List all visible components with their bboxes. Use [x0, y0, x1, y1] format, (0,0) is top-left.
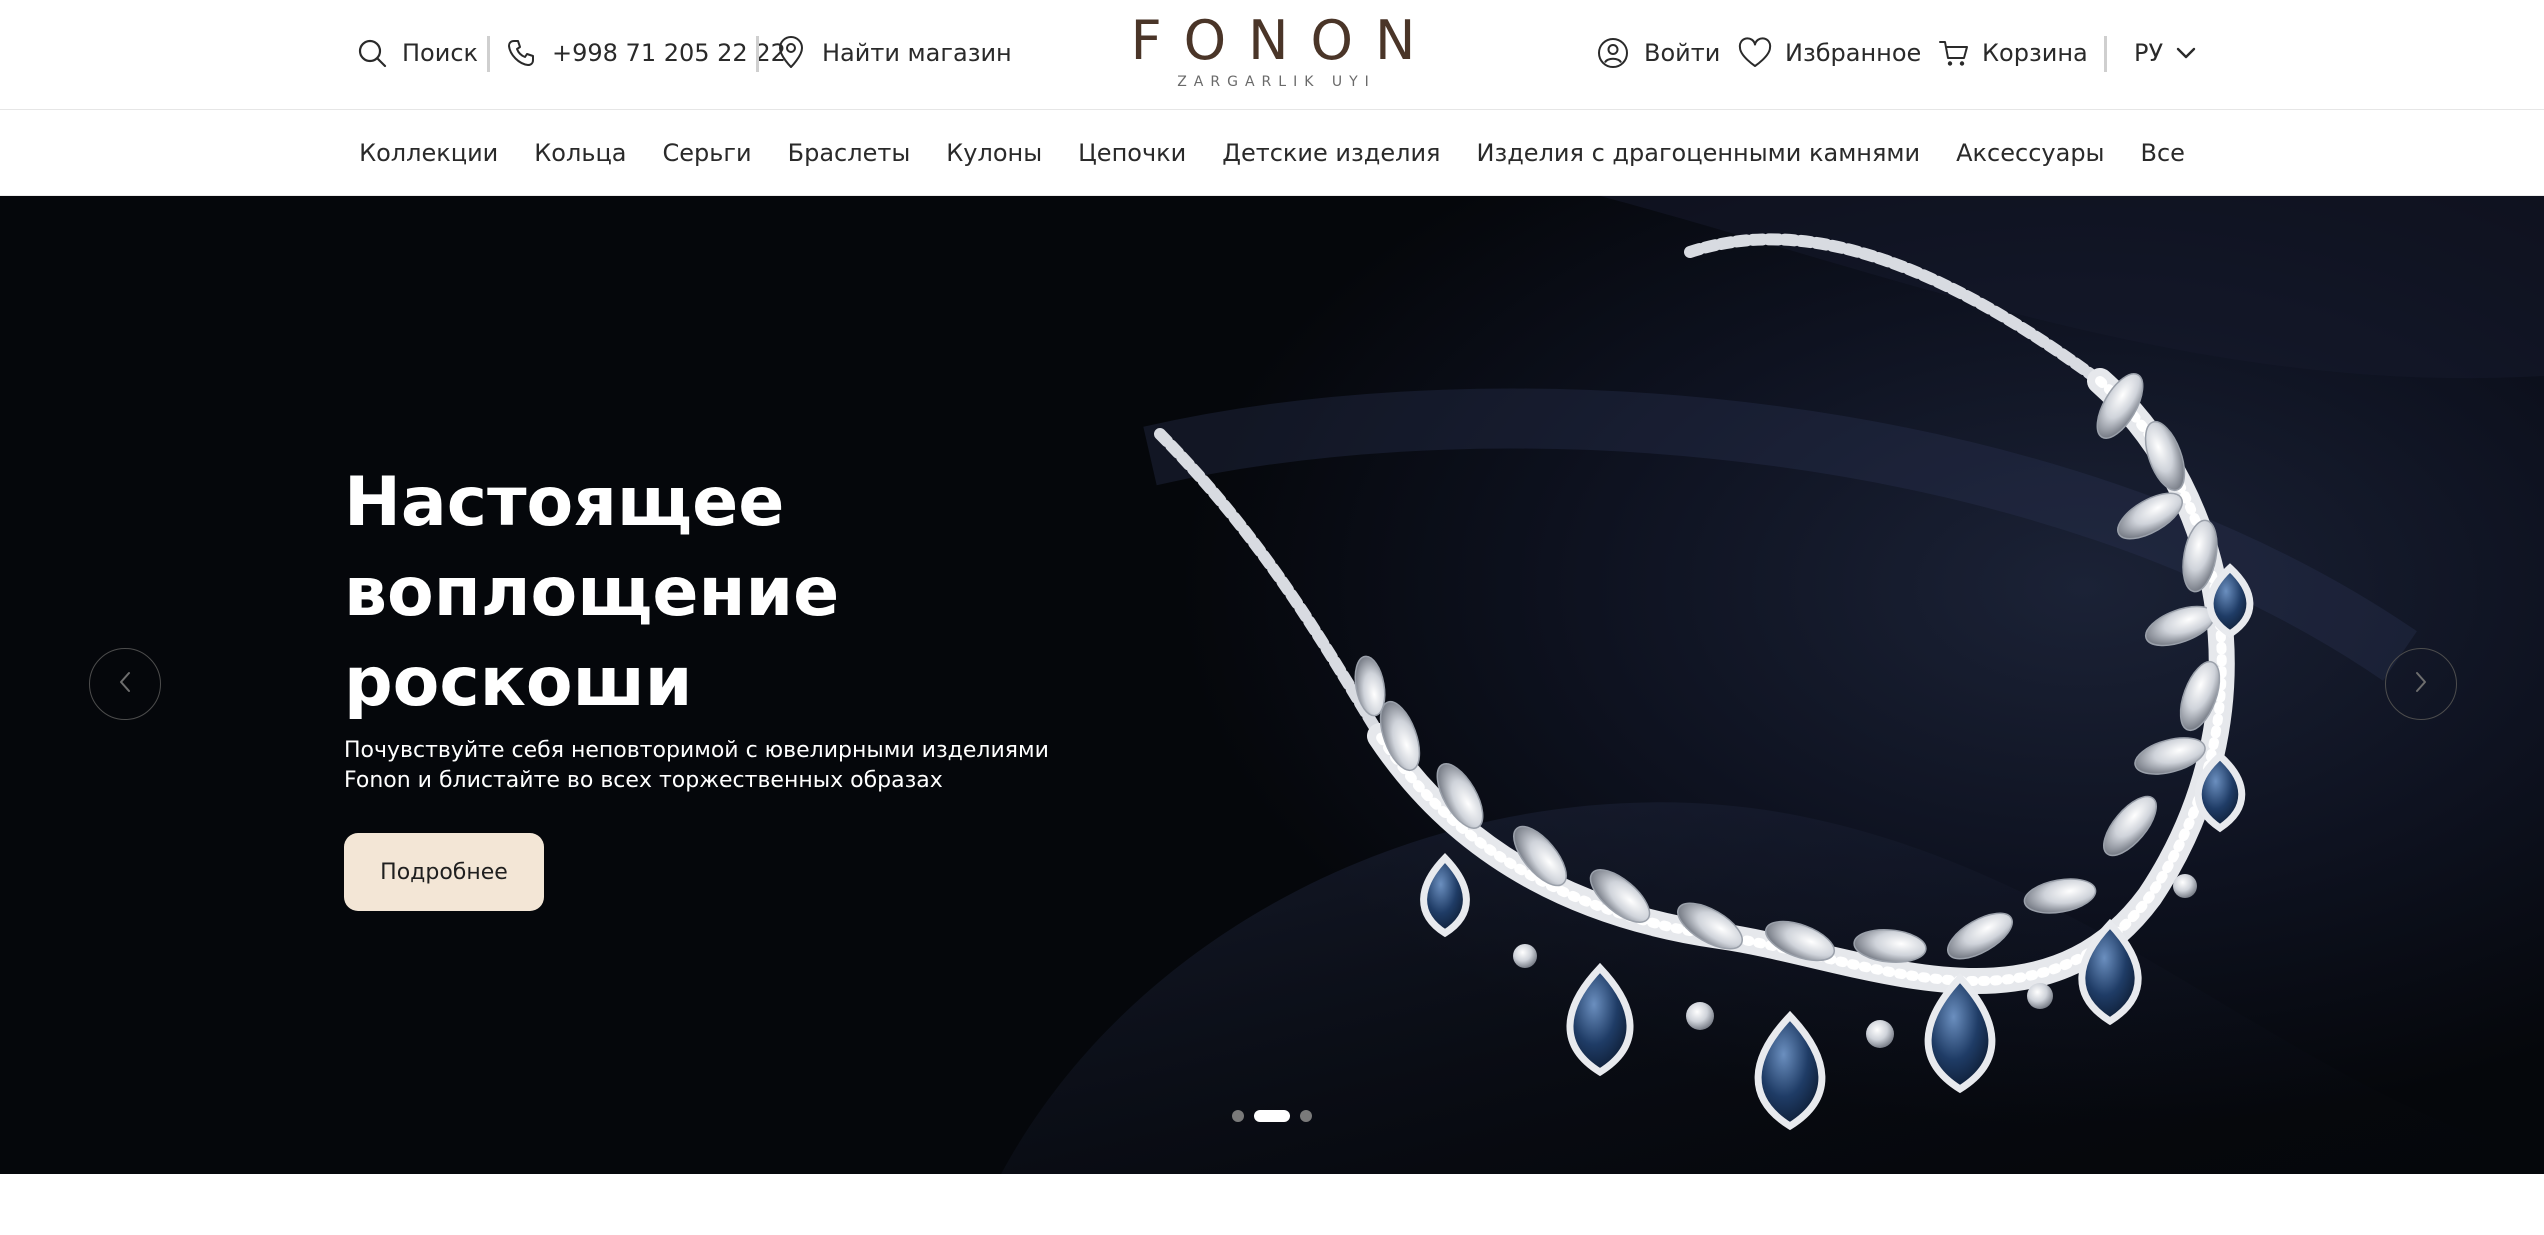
find-store-link[interactable]: Найти магазин [776, 30, 1012, 76]
prev-slide-button[interactable] [89, 648, 161, 720]
fonon-logo[interactable]: FONON ZARGARLIK UYI [1103, 14, 1443, 92]
hero-subtitle-line: Fonon и блистайте во всех торжественных … [344, 768, 943, 793]
phone-link[interactable]: +998 71 205 22 22 [506, 30, 786, 76]
nav-item-all[interactable]: Все [2141, 139, 2185, 167]
hero-title: Настоящее воплощение роскоши [344, 458, 1044, 728]
nav-item-earrings[interactable]: Серьги [663, 139, 752, 167]
hero-slider: Настоящее воплощение роскоши Почувствуйт… [0, 196, 2544, 1174]
login-button[interactable]: Войти [1596, 30, 1720, 76]
nav-item-kids[interactable]: Детские изделия [1222, 139, 1440, 167]
header-divider [756, 36, 759, 72]
nav-item-rings[interactable]: Кольца [534, 139, 626, 167]
next-slide-button[interactable] [2385, 648, 2457, 720]
cart-icon [1938, 37, 1970, 69]
slider-pagination [1232, 1110, 1312, 1122]
phone-icon [506, 38, 536, 68]
slide-dot-2[interactable] [1254, 1110, 1290, 1122]
header-divider [2104, 36, 2107, 72]
hero-title-line: роскоши [344, 643, 693, 722]
user-circle-icon [1596, 36, 1630, 70]
heart-icon [1737, 37, 1773, 69]
chevron-right-icon [2413, 670, 2429, 698]
nav-item-chains[interactable]: Цепочки [1078, 139, 1186, 167]
main-nav: Коллекции Кольца Серьги Браслеты Кулоны … [0, 111, 2544, 196]
hero-title-line: воплощение [344, 553, 840, 632]
logo-subtitle: ZARGARLIK UYI [1177, 74, 1376, 90]
chevron-down-icon [2175, 46, 2197, 60]
phone-number: +998 71 205 22 22 [552, 39, 786, 67]
nav-item-pendants[interactable]: Кулоны [946, 139, 1042, 167]
cart-label: Корзина [1982, 39, 2088, 67]
nav-item-accessories[interactable]: Аксессуары [1956, 139, 2104, 167]
hero-subtitle-line: Почувствуйте себя неповторимой с ювелирн… [344, 738, 1049, 763]
location-pin-icon [776, 36, 806, 70]
nav-item-gemstones[interactable]: Изделия с драгоценными камнями [1477, 139, 1921, 167]
search-button[interactable]: Поиск [356, 30, 478, 76]
favorites-label: Избранное [1785, 39, 1922, 67]
login-label: Войти [1644, 39, 1721, 67]
search-label: Поиск [402, 39, 479, 67]
chevron-left-icon [117, 670, 133, 698]
slide-dot-1[interactable] [1232, 1110, 1244, 1122]
hero-title-line: Настоящее [344, 463, 785, 542]
slide-dot-3[interactable] [1300, 1110, 1312, 1122]
language-selector[interactable]: РУ [2134, 30, 2197, 76]
favorites-button[interactable]: Избранное [1737, 30, 1921, 76]
nav-item-bracelets[interactable]: Браслеты [788, 139, 911, 167]
header-divider [487, 36, 490, 72]
language-label: РУ [2134, 39, 2164, 67]
hero-subtitle: Почувствуйте себя неповторимой с ювелирн… [344, 736, 1084, 796]
search-icon [356, 37, 388, 69]
find-store-label: Найти магазин [822, 39, 1012, 67]
top-header: Поиск +998 71 205 22 22 Найти магазин FO… [0, 0, 2544, 110]
cart-button[interactable]: Корзина [1938, 30, 2088, 76]
more-details-button[interactable]: Подробнее [344, 833, 544, 911]
nav-item-collections[interactable]: Коллекции [359, 139, 498, 167]
logo-text: FONON [1130, 9, 1438, 72]
